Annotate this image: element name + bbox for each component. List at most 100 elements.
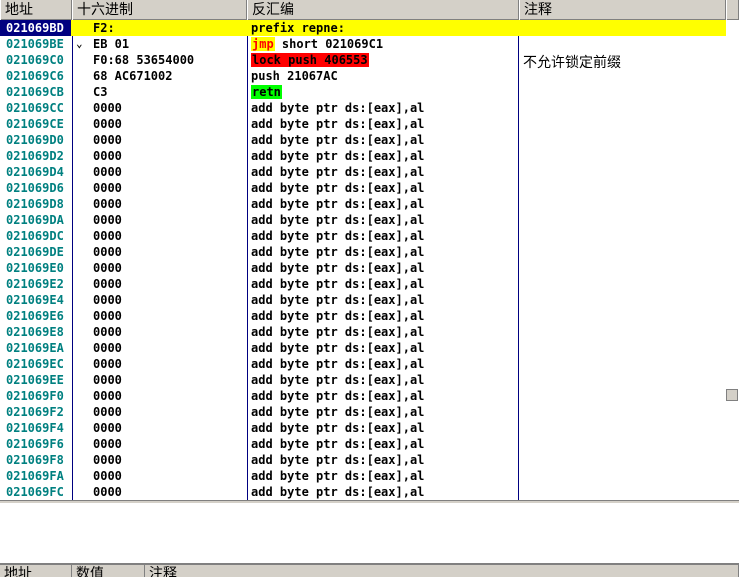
row-disasm: add byte ptr ds:[eax],al: [251, 132, 424, 148]
column-header-hex[interactable]: 十六进制: [72, 0, 247, 20]
row-address: 021069C0: [6, 53, 64, 67]
row-hex: 0000: [93, 293, 122, 307]
disasm-row[interactable]: 021069F4 0000 add byte ptr ds:[eax],al: [0, 420, 726, 436]
info-pane[interactable]: [0, 503, 739, 564]
disasm-row[interactable]: 021069EA 0000 add byte ptr ds:[eax],al: [0, 340, 726, 356]
disasm-row[interactable]: 021069E6 0000 add byte ptr ds:[eax],al: [0, 308, 726, 324]
disasm-row[interactable]: 021069CC 0000 add byte ptr ds:[eax],al: [0, 100, 726, 116]
disasm-row[interactable]: 021069BD F2: prefix repne:: [0, 20, 726, 36]
disasm-row[interactable]: 021069DA 0000 add byte ptr ds:[eax],al: [0, 212, 726, 228]
row-disasm: add byte ptr ds:[eax],al: [251, 340, 424, 356]
row-address: 021069F8: [6, 453, 64, 467]
column-header-bar: 地址 十六进制 反汇编 注释: [0, 0, 739, 20]
disasm-row[interactable]: 021069F6 0000 add byte ptr ds:[eax],al: [0, 436, 726, 452]
disasm-text: add byte ptr ds:[eax],al: [251, 149, 425, 163]
dump-header-comment[interactable]: 注释: [145, 565, 739, 577]
row-disasm: retn: [251, 84, 282, 100]
row-disasm: jmp short 021069C1: [251, 36, 383, 52]
disasm-text: add byte ptr ds:[eax],al: [251, 373, 425, 387]
row-hex: 0000: [93, 101, 122, 115]
disassembly-pane[interactable]: 021069BD F2: prefix repne: 021069BE ⌄ EB 01 jm…: [0, 20, 726, 500]
disasm-row[interactable]: 021069D8 0000 add byte ptr ds:[eax],al: [0, 196, 726, 212]
row-hex: C3: [93, 85, 108, 99]
disasm-row[interactable]: 021069E4 0000 add byte ptr ds:[eax],al: [0, 292, 726, 308]
disasm-row[interactable]: 021069EC 0000 add byte ptr ds:[eax],al: [0, 356, 726, 372]
disasm-row[interactable]: 021069D0 0000 add byte ptr ds:[eax],al: [0, 132, 726, 148]
disasm-text: add byte ptr ds:[eax],al: [251, 469, 425, 483]
row-hex: 68 AC671002: [93, 69, 173, 83]
dump-header-address[interactable]: 地址: [0, 565, 72, 577]
disasm-text: add byte ptr ds:[eax],al: [251, 293, 425, 307]
row-hex: 0000: [93, 133, 122, 147]
row-hex: 0000: [93, 277, 122, 291]
disasm-row[interactable]: 021069F2 0000 add byte ptr ds:[eax],al: [0, 404, 726, 420]
row-address: 021069F6: [6, 437, 64, 451]
row-address: 021069CE: [6, 117, 64, 131]
row-address: 021069E8: [6, 325, 64, 339]
row-disasm: add byte ptr ds:[eax],al: [251, 468, 424, 484]
row-disasm: add byte ptr ds:[eax],al: [251, 116, 424, 132]
disasm-row[interactable]: 021069E0 0000 add byte ptr ds:[eax],al: [0, 260, 726, 276]
row-disasm: add byte ptr ds:[eax],al: [251, 276, 424, 292]
disasm-row[interactable]: 021069E8 0000 add byte ptr ds:[eax],al: [0, 324, 726, 340]
disasm-row[interactable]: 021069D4 0000 add byte ptr ds:[eax],al: [0, 164, 726, 180]
disasm-text: add byte ptr ds:[eax],al: [251, 485, 425, 499]
row-address: 021069CB: [6, 85, 64, 99]
column-header-comment[interactable]: 注释: [519, 0, 726, 20]
row-hex: 0000: [93, 213, 122, 227]
row-disasm: add byte ptr ds:[eax],al: [251, 324, 424, 340]
row-hex: 0000: [93, 181, 122, 195]
disasm-row[interactable]: 021069F8 0000 add byte ptr ds:[eax],al: [0, 452, 726, 468]
disasm-row[interactable]: 021069DE 0000 add byte ptr ds:[eax],al: [0, 244, 726, 260]
column-header-address[interactable]: 地址: [0, 0, 72, 20]
disasm-row[interactable]: 021069EE 0000 add byte ptr ds:[eax],al: [0, 372, 726, 388]
vertical-scrollbar[interactable]: [726, 20, 739, 500]
row-disasm: add byte ptr ds:[eax],al: [251, 244, 424, 260]
row-address: 021069DC: [6, 229, 64, 243]
row-address: 021069FC: [6, 485, 64, 499]
column-header-disasm[interactable]: 反汇编: [247, 0, 519, 20]
row-disasm: lock push 406553: [251, 52, 369, 68]
disasm-highlight-green: retn: [251, 85, 282, 99]
disasm-text: add byte ptr ds:[eax],al: [251, 277, 425, 291]
disasm-text: add byte ptr ds:[eax],al: [251, 389, 425, 403]
disasm-row[interactable]: 021069CB C3 retn: [0, 84, 726, 100]
disasm-row[interactable]: 021069D6 0000 add byte ptr ds:[eax],al: [0, 180, 726, 196]
row-hex: F2:: [93, 21, 115, 35]
disasm-row[interactable]: 021069DC 0000 add byte ptr ds:[eax],al: [0, 228, 726, 244]
row-hex: 0000: [93, 165, 122, 179]
row-hex: 0000: [93, 437, 122, 451]
row-disasm: add byte ptr ds:[eax],al: [251, 484, 424, 500]
dump-header-value[interactable]: 数值: [72, 565, 145, 577]
disasm-row[interactable]: 021069FC 0000 add byte ptr ds:[eax],al: [0, 484, 726, 500]
row-disasm: add byte ptr ds:[eax],al: [251, 372, 424, 388]
row-address: 021069D4: [6, 165, 64, 179]
disasm-text: add byte ptr ds:[eax],al: [251, 181, 425, 195]
disassembler-window: 地址 十六进制 反汇编 注释 021069BD F2: prefix repne: 0…: [0, 0, 739, 577]
row-address: 021069D6: [6, 181, 64, 195]
disasm-text: add byte ptr ds:[eax],al: [251, 437, 425, 451]
disasm-row[interactable]: 021069F0 0000 add byte ptr ds:[eax],al: [0, 388, 726, 404]
disasm-row[interactable]: 021069CE 0000 add byte ptr ds:[eax],al: [0, 116, 726, 132]
row-disasm: add byte ptr ds:[eax],al: [251, 356, 424, 372]
jump-arrow-icon: ⌄: [76, 37, 83, 50]
comment-text: 不允许锁定前缀: [523, 55, 621, 71]
scrollbar-thumb[interactable]: [726, 389, 738, 401]
row-disasm: add byte ptr ds:[eax],al: [251, 148, 424, 164]
disasm-text: short 021069C1: [274, 37, 384, 51]
row-hex: 0000: [93, 469, 122, 483]
disasm-text: push 21067AC: [251, 69, 338, 83]
row-hex: 0000: [93, 229, 122, 243]
row-hex: EB 01: [93, 37, 130, 51]
disasm-text: add byte ptr ds:[eax],al: [251, 341, 425, 355]
disasm-text: add byte ptr ds:[eax],al: [251, 197, 425, 211]
disasm-row[interactable]: 021069D2 0000 add byte ptr ds:[eax],al: [0, 148, 726, 164]
disasm-row[interactable]: 021069FA 0000 add byte ptr ds:[eax],al: [0, 468, 726, 484]
row-disasm: prefix repne:: [251, 20, 345, 36]
row-disasm: add byte ptr ds:[eax],al: [251, 228, 424, 244]
disasm-row[interactable]: 021069E2 0000 add byte ptr ds:[eax],al: [0, 276, 726, 292]
disasm-highlight-red: lock push 406553: [251, 53, 369, 67]
row-hex: 0000: [93, 261, 122, 275]
disasm-row[interactable]: 021069BE ⌄ EB 01 jmp short 021069C1: [0, 36, 726, 52]
disasm-highlight-jmp: jmp: [251, 37, 275, 51]
